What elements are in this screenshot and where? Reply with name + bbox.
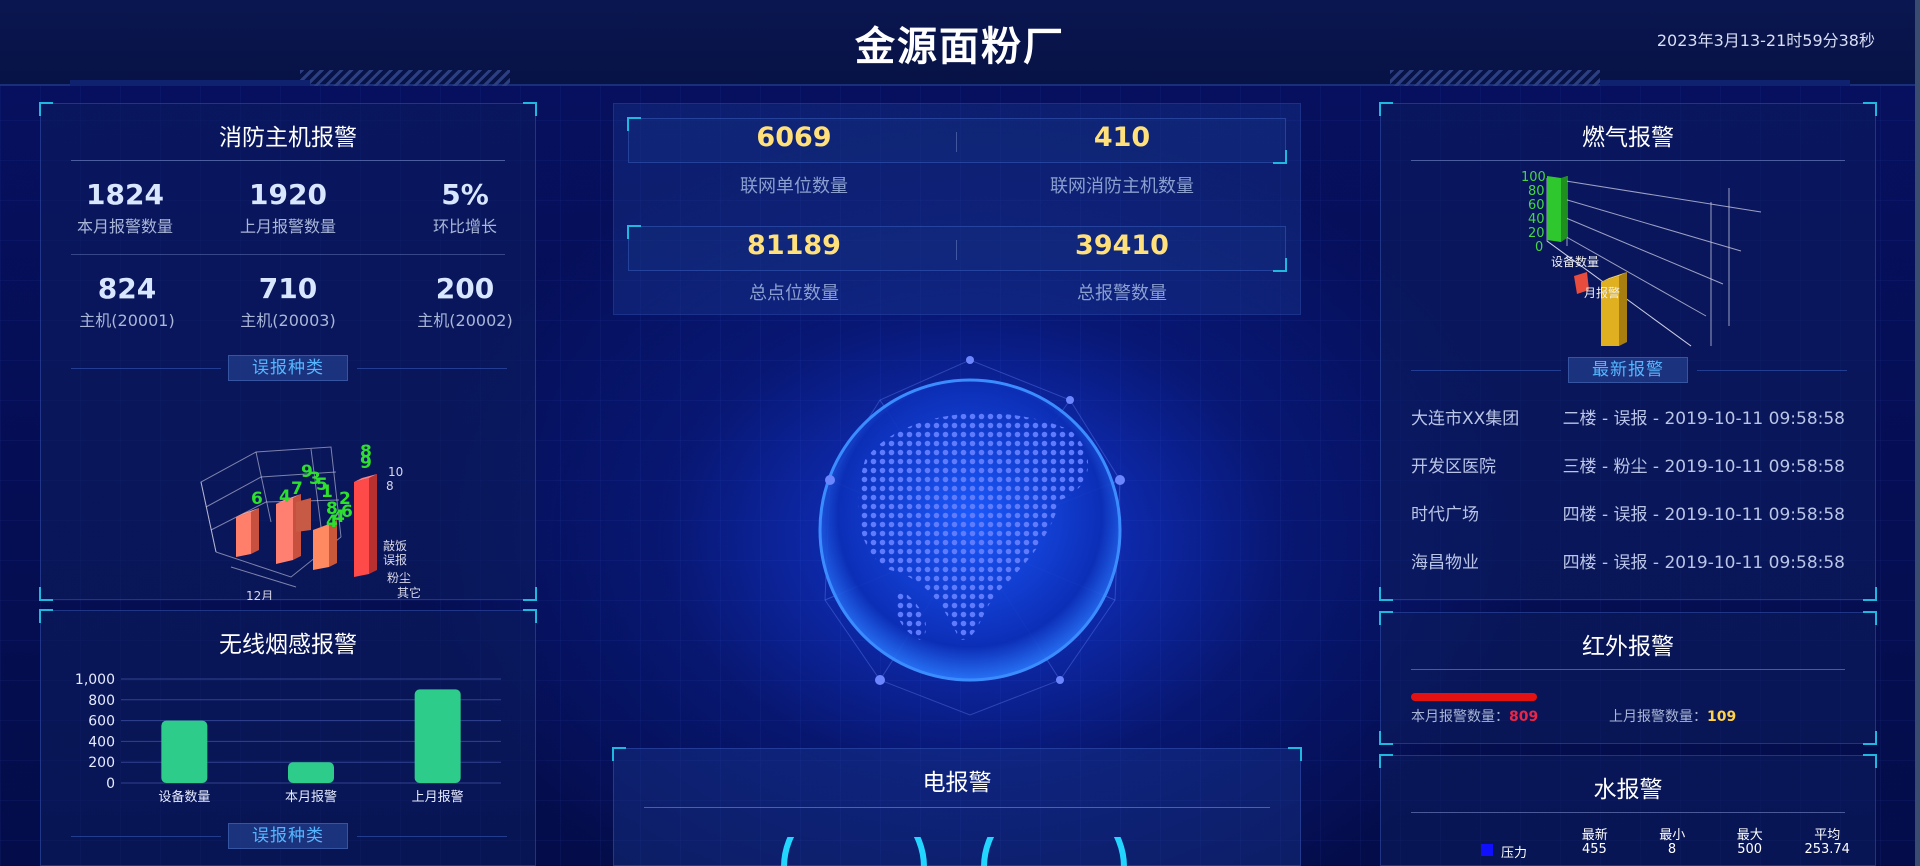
axis-label: 10 <box>388 465 403 479</box>
axis-label: 8 <box>386 479 394 493</box>
header-decoration-right <box>1390 70 1600 86</box>
water-alarm-panel: 水报警 最新 最小 最大 平均 压力 455 8 500 253.74 <box>1379 754 1877 866</box>
gas-ytick: 40 <box>1528 212 1545 227</box>
gas-3d-chart: 100 80 60 40 20 0 设备数量 月报警 <box>1521 170 1762 347</box>
bar <box>414 689 461 783</box>
stat-alarms-value: 39410 <box>1075 230 1169 261</box>
false-alarm-type-button-2[interactable]: 误报种类 <box>228 823 348 849</box>
x-tick-label: 上月报警 <box>412 789 464 805</box>
gas-ytick: 100 <box>1521 170 1546 185</box>
news-item[interactable]: 时代广场 四楼 - 误报 - 2019-10-11 09:58:58 <box>1411 500 1845 525</box>
bar-label: 4 <box>279 487 291 507</box>
water-table-header: 最新 最小 最大 平均 <box>1581 828 1841 843</box>
water-alarm-title: 水报警 <box>1593 777 1663 803</box>
news-item[interactable]: 海昌物业 四楼 - 误报 - 2019-10-11 09:58:58 <box>1411 548 1845 573</box>
gas-ytick: 80 <box>1528 184 1545 199</box>
water-table: 最新 最小 最大 平均 <box>1556 824 1866 843</box>
gas-alarm-title: 燃气报警 <box>1582 125 1674 151</box>
infrared-last-month: 上月报警数量：109 <box>1609 709 1737 725</box>
gas-ytick: 0 <box>1535 240 1543 255</box>
legend-swatch <box>1481 844 1493 856</box>
x-tick-label: 设备数量 <box>158 789 210 805</box>
scrollbar-edge[interactable] <box>1915 0 1920 866</box>
infrared-panel: 红外报警 本月报警数量：809 上月报警数量：109 <box>1379 611 1877 745</box>
axis-label: 粉尘 <box>387 571 411 585</box>
false-alarm-type-button[interactable]: 误报种类 <box>228 355 348 381</box>
header-decoration-left <box>300 70 510 86</box>
wireless-smoke-title: 无线烟感报警 <box>219 632 357 658</box>
header-bar-left <box>70 80 310 86</box>
y-tick-label: 200 <box>88 755 115 771</box>
axis-label: 误报 <box>383 552 407 567</box>
electric-alarm-panel: 电报警 <box>612 747 1302 866</box>
bar <box>161 720 208 783</box>
stat-points-label: 总点位数量 <box>749 283 839 304</box>
false-alarm-3d-chart: 6 4 7 3 9 1 8 2 4 6 5 4 9 8 10 8 敲饭 误报 粉… <box>200 442 421 600</box>
stat-hosts-label: 联网消防主机数量 <box>1050 176 1194 197</box>
infrared-this-month: 本月报警数量：809 <box>1411 709 1539 725</box>
fire-host-title: 消防主机报警 <box>219 125 357 151</box>
latest-alarm-button[interactable]: 最新报警 <box>1568 357 1688 383</box>
axis-label: 12月 <box>246 589 273 600</box>
wireless-smoke-panel: 无线烟感报警 0 200 400 600 800 1,000 设备数量 本月报警 上月报警 误报… <box>39 609 537 866</box>
stat-last-month: 1920 上月报警数量 <box>239 178 336 236</box>
stat-units-label: 联网单位数量 <box>740 176 848 197</box>
stat-host-20003: 710 主机(20003) <box>240 272 336 330</box>
page-title: 金源面粉厂 <box>855 24 1065 70</box>
news-item[interactable]: 开发区医院 三楼 - 粉尘 - 2019-10-11 09:58:58 <box>1411 452 1845 477</box>
stat-host-20002: 200 主机(20002) <box>417 272 513 330</box>
fire-host-panel: 消防主机报警 1824 本月报警数量 1920 上月报警数量 5% 环比增长 824 主… <box>39 102 537 601</box>
news-item[interactable]: 大连市XX集团 二楼 - 误报 - 2019-10-11 09:58:58 <box>1411 404 1845 429</box>
electric-alarm-title: 电报警 <box>922 770 992 796</box>
stat-units-value: 6069 <box>756 122 832 153</box>
stat-points-value: 81189 <box>747 230 841 261</box>
wireless-smoke-bar-chart: 0 200 400 600 800 1,000 设备数量 本月报警 上月报警 <box>75 672 501 805</box>
gas-axis-label: 月报警 <box>1584 285 1620 300</box>
gas-ytick: 20 <box>1528 226 1545 241</box>
stat-growth: 5% 环比增长 <box>432 178 497 236</box>
axis-label: 敲饭 <box>383 538 407 553</box>
bar-label: 5 <box>316 475 328 495</box>
y-tick-label: 600 <box>88 714 115 730</box>
infrared-progress-bar <box>1411 693 1537 701</box>
gas-alarm-panel: 燃气报警 100 80 60 40 20 0 设备数量 月报警 最新报警 大连市… <box>1379 102 1877 601</box>
bar-label: 8 <box>360 442 372 462</box>
water-table-row: 压力 455 8 500 253.74 <box>1481 842 1866 861</box>
electric-gauges <box>781 837 1127 866</box>
globe-graphic <box>818 356 1125 716</box>
y-tick-label: 400 <box>88 734 115 750</box>
center-stats-panel: 6069 联网单位数量 410 联网消防主机数量 81189 总点位数量 394… <box>613 103 1301 315</box>
datetime-display: 2023年3月13-21时59分38秒 <box>1656 31 1875 50</box>
stat-host-20001: 824 主机(20001) <box>79 272 175 330</box>
bar <box>288 762 334 783</box>
stat-this-month: 1824 本月报警数量 <box>76 178 173 236</box>
bar-label: 4 <box>333 507 345 527</box>
x-tick-label: 本月报警 <box>285 789 337 805</box>
bar-label: 6 <box>251 489 263 509</box>
y-tick-label: 0 <box>106 776 115 792</box>
bar-label: 7 <box>291 479 303 499</box>
infrared-title: 红外报警 <box>1582 634 1674 660</box>
stat-hosts-value: 410 <box>1093 122 1151 153</box>
axis-label: 其它 <box>397 585 421 600</box>
gas-ytick: 60 <box>1528 198 1545 213</box>
stat-alarms-label: 总报警数量 <box>1077 283 1167 304</box>
y-tick-label: 800 <box>88 693 115 709</box>
gas-axis-label: 设备数量 <box>1551 254 1599 269</box>
bar-label: 9 <box>301 462 313 482</box>
header-bar-right <box>1600 80 1850 86</box>
page-header: 金源面粉厂 2023年3月13-21时59分38秒 <box>0 0 1920 86</box>
y-tick-label: 1,000 <box>75 672 115 688</box>
